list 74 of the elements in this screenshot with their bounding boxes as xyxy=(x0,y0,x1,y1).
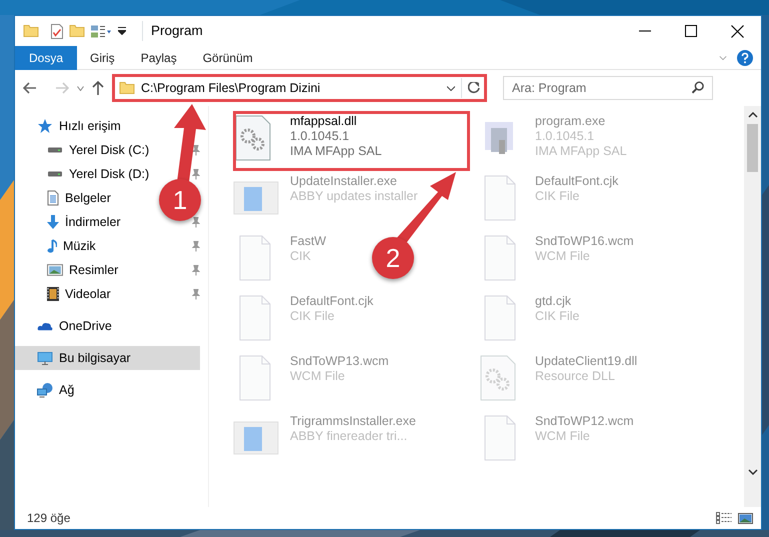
ribbon-tab[interactable]: Paylaş xyxy=(128,46,190,70)
file-detail: CIK File xyxy=(535,309,580,324)
nav-item[interactable]: Hızlı erişim xyxy=(15,114,129,138)
nav-item[interactable]: Yerel Disk (D:) xyxy=(15,162,155,186)
scrollbar[interactable] xyxy=(744,106,761,507)
scroll-up-icon[interactable] xyxy=(748,112,758,118)
pin-icon[interactable] xyxy=(192,288,200,300)
file-detail: ABBY finereader tri... xyxy=(290,429,408,444)
document-icon xyxy=(47,190,59,206)
file-detail: WCM File xyxy=(535,429,591,444)
ribbon-tab[interactable]: Giriş xyxy=(77,46,128,70)
folder-icon[interactable] xyxy=(23,25,39,37)
search-icon xyxy=(692,81,705,94)
refresh-icon[interactable] xyxy=(468,82,480,94)
nav-item[interactable]: Belgeler xyxy=(15,186,119,210)
star-icon xyxy=(37,118,53,134)
maximize-icon[interactable] xyxy=(685,25,697,37)
file-detail: ABBY updates installer xyxy=(290,189,418,204)
properties-icon[interactable] xyxy=(51,24,63,38)
pin-icon[interactable] xyxy=(192,168,200,180)
file-detail: IMA MFApp SAL xyxy=(535,144,627,159)
help-icon[interactable] xyxy=(737,50,753,66)
large-icons-view-icon[interactable] xyxy=(738,512,753,524)
film-icon xyxy=(47,287,59,301)
pin-icon[interactable] xyxy=(192,264,200,276)
download-arrow-icon xyxy=(47,215,59,229)
customize-icon[interactable] xyxy=(118,27,126,35)
file-detail: WCM File xyxy=(535,249,591,264)
music-note-icon xyxy=(47,239,57,253)
cloud-icon xyxy=(37,322,53,330)
nav-item[interactable]: Videolar xyxy=(15,282,155,306)
monitor-icon xyxy=(37,352,53,364)
ribbon-tab[interactable]: Dosya xyxy=(15,46,78,70)
pin-icon[interactable] xyxy=(192,240,200,252)
drive-icon xyxy=(47,171,63,177)
view-icon[interactable] xyxy=(91,24,112,38)
scroll-thumb[interactable] xyxy=(747,124,758,172)
file-detail: 1.0.1045.1 xyxy=(535,129,596,144)
nav-item[interactable]: Bu bilgisayar xyxy=(15,346,200,370)
close-icon[interactable] xyxy=(731,24,744,38)
recent-icon[interactable] xyxy=(77,86,84,90)
nav-item[interactable]: OneDrive xyxy=(15,314,120,338)
details-view-icon[interactable] xyxy=(716,512,732,524)
window-title: Program xyxy=(142,20,203,42)
pin-icon[interactable] xyxy=(192,216,200,228)
file-detail: CIK File xyxy=(535,189,580,204)
nav-item[interactable]: İndirmeler xyxy=(15,210,155,234)
dropdown-icon[interactable] xyxy=(447,86,455,90)
network-icon xyxy=(37,382,53,398)
file-detail: IMA MFApp SAL xyxy=(290,144,382,159)
folder-icon xyxy=(119,82,135,94)
item-count: 129 öğe xyxy=(27,510,70,527)
up-icon[interactable] xyxy=(92,81,104,95)
nav-item[interactable]: Müzik xyxy=(15,234,155,258)
file-detail: WCM File xyxy=(290,369,346,384)
scroll-down-icon[interactable] xyxy=(748,469,758,475)
expand-ribbon-icon[interactable] xyxy=(719,56,727,60)
file-detail: CIK File xyxy=(290,309,336,324)
search-field[interactable]: Ara: Program xyxy=(503,76,713,100)
file-detail: Resource DLL xyxy=(535,369,616,384)
minimize-icon[interactable] xyxy=(639,30,651,32)
new-folder-icon[interactable] xyxy=(69,25,85,37)
forward-icon[interactable] xyxy=(55,82,69,94)
file-detail: CIK xyxy=(290,249,312,264)
pin-icon[interactable] xyxy=(192,144,200,156)
file-detail: 1.0.1045.1 xyxy=(290,129,350,144)
drive-icon xyxy=(47,147,63,153)
back-icon[interactable] xyxy=(23,82,37,94)
file-name[interactable]: mfappsal.dll xyxy=(290,114,382,129)
nav-item[interactable]: Yerel Disk (C:) xyxy=(15,138,155,162)
nav-item[interactable]: Ağ xyxy=(15,378,82,402)
ribbon-tab[interactable]: Görünüm xyxy=(190,46,266,70)
picture-icon xyxy=(47,264,63,276)
nav-item[interactable]: Resimler xyxy=(15,258,155,282)
